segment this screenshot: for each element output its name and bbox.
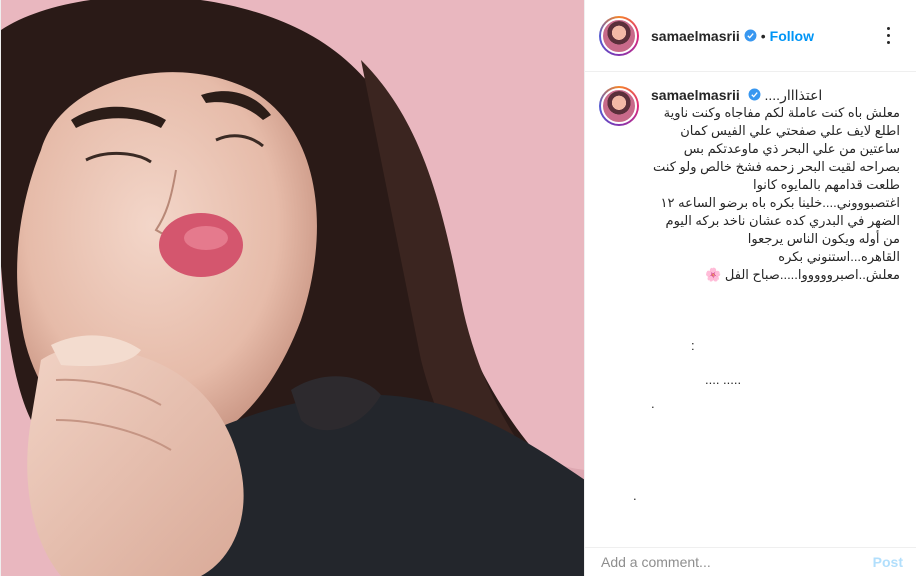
more-dot bbox=[886, 41, 890, 44]
post-photo[interactable] bbox=[1, 0, 584, 576]
avatar-image bbox=[601, 88, 637, 124]
more-options-icon[interactable] bbox=[876, 24, 900, 48]
header-separator: • bbox=[760, 27, 766, 44]
filler-dots: .... ..... bbox=[705, 372, 742, 387]
filler-dot: . bbox=[633, 488, 637, 503]
selfie-illustration bbox=[1, 0, 584, 576]
avatar-image bbox=[601, 17, 637, 54]
caption-lead: ....اعتذااار bbox=[764, 87, 823, 103]
follow-button[interactable]: Follow bbox=[770, 28, 814, 44]
verified-badge-icon bbox=[744, 29, 757, 42]
caption-header: samaelmasrii ....اعتذااار bbox=[651, 86, 900, 104]
verified-badge-icon bbox=[748, 88, 761, 101]
caption-text: معلش باه كنت عاملة لكم مفاجاه وكنت ناوية… bbox=[653, 105, 900, 282]
author-avatar[interactable] bbox=[599, 15, 639, 56]
more-dot bbox=[886, 34, 890, 37]
post-comment-button[interactable]: Post bbox=[873, 554, 903, 570]
comment-input[interactable] bbox=[601, 554, 873, 570]
post-header: samaelmasrii • Follow bbox=[585, 0, 916, 72]
add-comment-bar: Post bbox=[585, 547, 916, 576]
caption-username[interactable]: samaelmasrii bbox=[651, 87, 740, 103]
filler-dot: . bbox=[651, 396, 655, 411]
caption-body: samaelmasrii ....اعتذااار معلش باه كنت ع… bbox=[651, 86, 900, 284]
author-username[interactable]: samaelmasrii bbox=[651, 28, 740, 44]
instagram-post: samaelmasrii • Follow samaelmasrii ....ا… bbox=[0, 0, 916, 576]
caption-avatar[interactable] bbox=[599, 86, 639, 126]
filler-dot: : bbox=[691, 338, 695, 353]
more-dot bbox=[886, 27, 890, 30]
comments-area: samaelmasrii ....اعتذااار معلش باه كنت ع… bbox=[585, 72, 916, 548]
post-side-panel: samaelmasrii • Follow samaelmasrii ....ا… bbox=[584, 0, 916, 576]
caption: samaelmasrii ....اعتذااار معلش باه كنت ع… bbox=[599, 86, 900, 284]
